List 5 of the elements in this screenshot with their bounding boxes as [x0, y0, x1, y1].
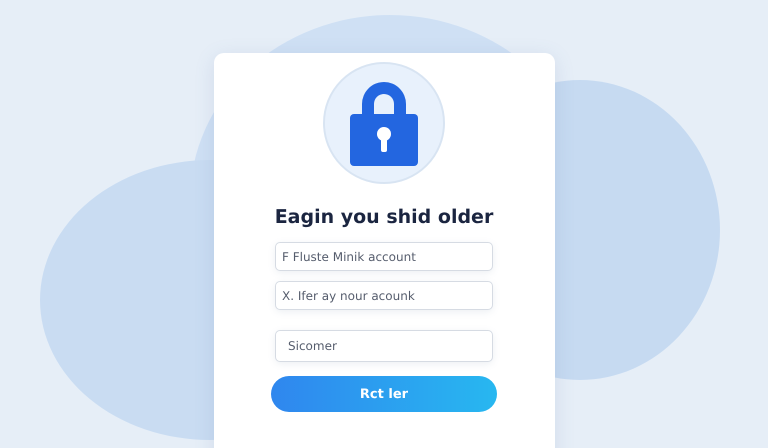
- input-field[interactable]: X. Ifer ay nour acounk: [275, 281, 493, 310]
- submit-button[interactable]: Rct ler: [271, 376, 497, 412]
- input-field[interactable]: Sicomer: [275, 330, 493, 362]
- login-title: Eagin you shid older: [274, 206, 494, 228]
- input-field[interactable]: F Fluste Minik account: [275, 242, 493, 271]
